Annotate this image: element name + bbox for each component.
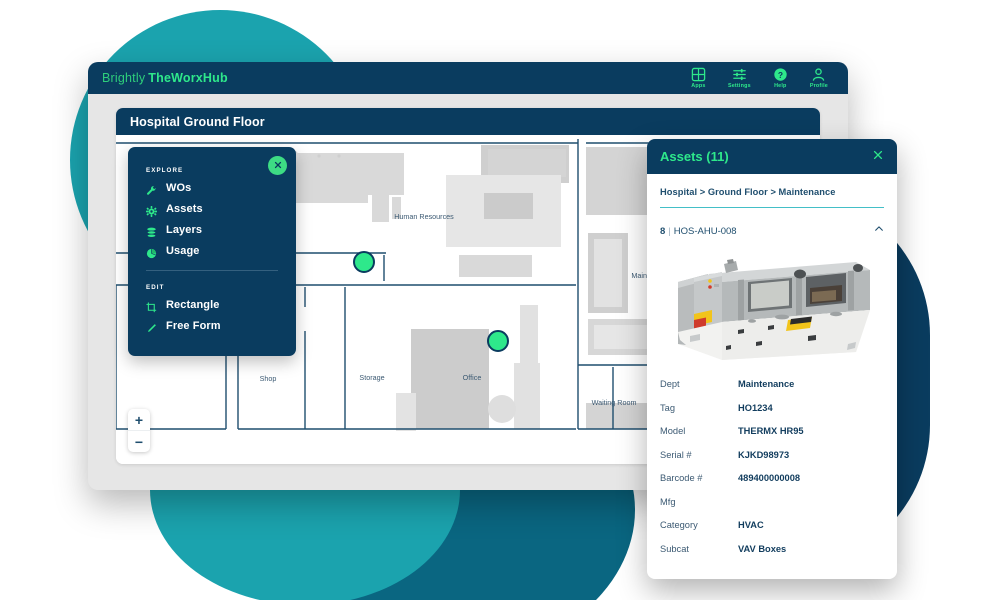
assets-panel-header: Assets (11): [647, 139, 897, 174]
wrench-icon: [146, 183, 157, 195]
explore-item-label-layers: Layers: [166, 224, 203, 236]
field-label: Barcode #: [660, 473, 703, 484]
assets-panel-body: Hospital > Ground Floor > Maintenance 8 |…: [647, 174, 897, 560]
nav-item-profile[interactable]: Profile: [810, 67, 828, 89]
nav-label-help: Help: [774, 83, 787, 89]
field-label: Category: [660, 520, 698, 531]
field-row: Mfg: [660, 490, 884, 514]
nav-label-profile: Profile: [809, 83, 828, 89]
explore-section-label: EXPLORE: [146, 167, 184, 174]
field-value: HO1234: [738, 402, 773, 413]
field-row: Tag HO1234: [660, 396, 884, 420]
field-label: Serial #: [660, 449, 692, 460]
explore-item-wos[interactable]: WOs: [146, 182, 278, 195]
field-value: HVAC: [738, 520, 764, 531]
assets-panel-title: Assets (11): [660, 149, 729, 164]
asset-index: 8: [660, 226, 666, 238]
field-row: Subcat VAV Boxes: [660, 537, 884, 561]
nav-label-apps: Apps: [691, 83, 706, 89]
brand-logo: Brightly TheWorxHub: [102, 71, 228, 85]
gear-icon: [146, 204, 157, 217]
edit-item-free-form[interactable]: Free Form: [146, 320, 278, 332]
room-label: Human Resources: [394, 212, 454, 221]
map-asset-marker[interactable]: [353, 251, 375, 273]
edit-item-label-free-form: Free Form: [166, 320, 221, 332]
screenshot-stage: Brightly TheWorxHub Apps Settings ? Help…: [0, 0, 1000, 600]
room-label: Office: [463, 373, 482, 382]
room-label: Waiting Room: [592, 398, 637, 407]
field-label: Tag: [660, 402, 675, 413]
room-label: Storage: [359, 373, 384, 382]
map-asset-marker[interactable]: [487, 330, 509, 352]
field-label: Dept: [660, 379, 680, 390]
field-row: Dept Maintenance: [660, 372, 884, 396]
edit-section-label: EDIT: [146, 284, 165, 291]
field-label: Model: [660, 426, 686, 437]
brand-secondary-text: TheWorxHub: [148, 71, 228, 85]
explore-item-usage[interactable]: Usage: [146, 245, 278, 258]
field-row: Model THERMX HR95: [660, 419, 884, 443]
field-row: Barcode # 489400000008: [660, 466, 884, 490]
pencil-icon: [146, 321, 157, 332]
close-explore-panel-button[interactable]: [268, 156, 287, 175]
field-label: Mfg: [660, 496, 676, 507]
breadcrumb[interactable]: Hospital > Ground Floor > Maintenance: [660, 174, 884, 207]
assets-detail-panel: Assets (11) Hospital > Ground Floor > Ma…: [647, 139, 897, 579]
asset-photo-hvac-unit: [660, 248, 884, 361]
field-value: VAV Boxes: [738, 543, 787, 554]
room-label: Shop: [260, 374, 277, 383]
rectangle-crop-icon: [146, 300, 157, 312]
field-value: 489400000008: [738, 473, 801, 484]
explore-item-label-assets: Assets: [166, 203, 203, 215]
close-x-icon: [872, 148, 884, 166]
explore-item-label-usage: Usage: [166, 245, 200, 257]
nav-item-settings[interactable]: Settings: [728, 67, 751, 89]
asset-separator: |: [668, 226, 671, 238]
map-zoom-controls[interactable]: + −: [128, 409, 150, 452]
asset-code: HOS-AHU-008: [673, 226, 737, 238]
app-header-bar: Brightly TheWorxHub Apps Settings ? Help…: [88, 62, 848, 94]
settings-sliders-icon: [732, 67, 747, 82]
asset-field-list: Dept Maintenance Tag HO1234 Model THERMX…: [660, 360, 884, 560]
chevron-up-icon[interactable]: [874, 221, 884, 239]
apps-grid-icon: [691, 67, 706, 82]
zoom-in-button[interactable]: +: [128, 409, 150, 430]
header-nav-icons: Apps Settings ? Help Profile: [691, 67, 834, 89]
layers-icon: [146, 225, 157, 238]
field-value: Maintenance: [738, 379, 795, 390]
pie-chart-icon: [146, 246, 157, 258]
profile-person-icon: [811, 67, 826, 82]
field-value: KJKD98973: [738, 449, 790, 460]
field-row: Serial # KJKD98973: [660, 443, 884, 467]
field-value: THERMX HR95: [738, 426, 804, 437]
edit-item-rectangle[interactable]: Rectangle: [146, 299, 278, 312]
explore-item-layers[interactable]: Layers: [146, 224, 278, 238]
svg-text:?: ?: [778, 70, 783, 80]
field-row: Category HVAC: [660, 513, 884, 537]
edit-item-label-rectangle: Rectangle: [166, 299, 220, 311]
zoom-out-button[interactable]: −: [128, 430, 150, 452]
asset-list-item[interactable]: 8 | HOS-AHU-008: [660, 208, 884, 248]
explore-item-label-wos: WOs: [166, 182, 192, 194]
close-x-icon: [273, 157, 283, 175]
nav-label-settings: Settings: [727, 83, 751, 89]
page-title: Hospital Ground Floor: [116, 108, 820, 135]
close-assets-panel-button[interactable]: [872, 148, 884, 166]
brand-primary-text: Brightly: [102, 71, 146, 85]
nav-item-apps[interactable]: Apps: [691, 67, 706, 89]
explore-item-assets[interactable]: Assets: [146, 203, 278, 217]
field-label: Subcat: [660, 543, 689, 554]
panel-divider: [146, 270, 278, 271]
nav-item-help[interactable]: ? Help: [773, 67, 788, 89]
help-question-icon: ?: [773, 67, 788, 82]
explore-tools-panel: EXPLORE WOs Assets Layers Usage EDIT Rec…: [128, 147, 296, 356]
